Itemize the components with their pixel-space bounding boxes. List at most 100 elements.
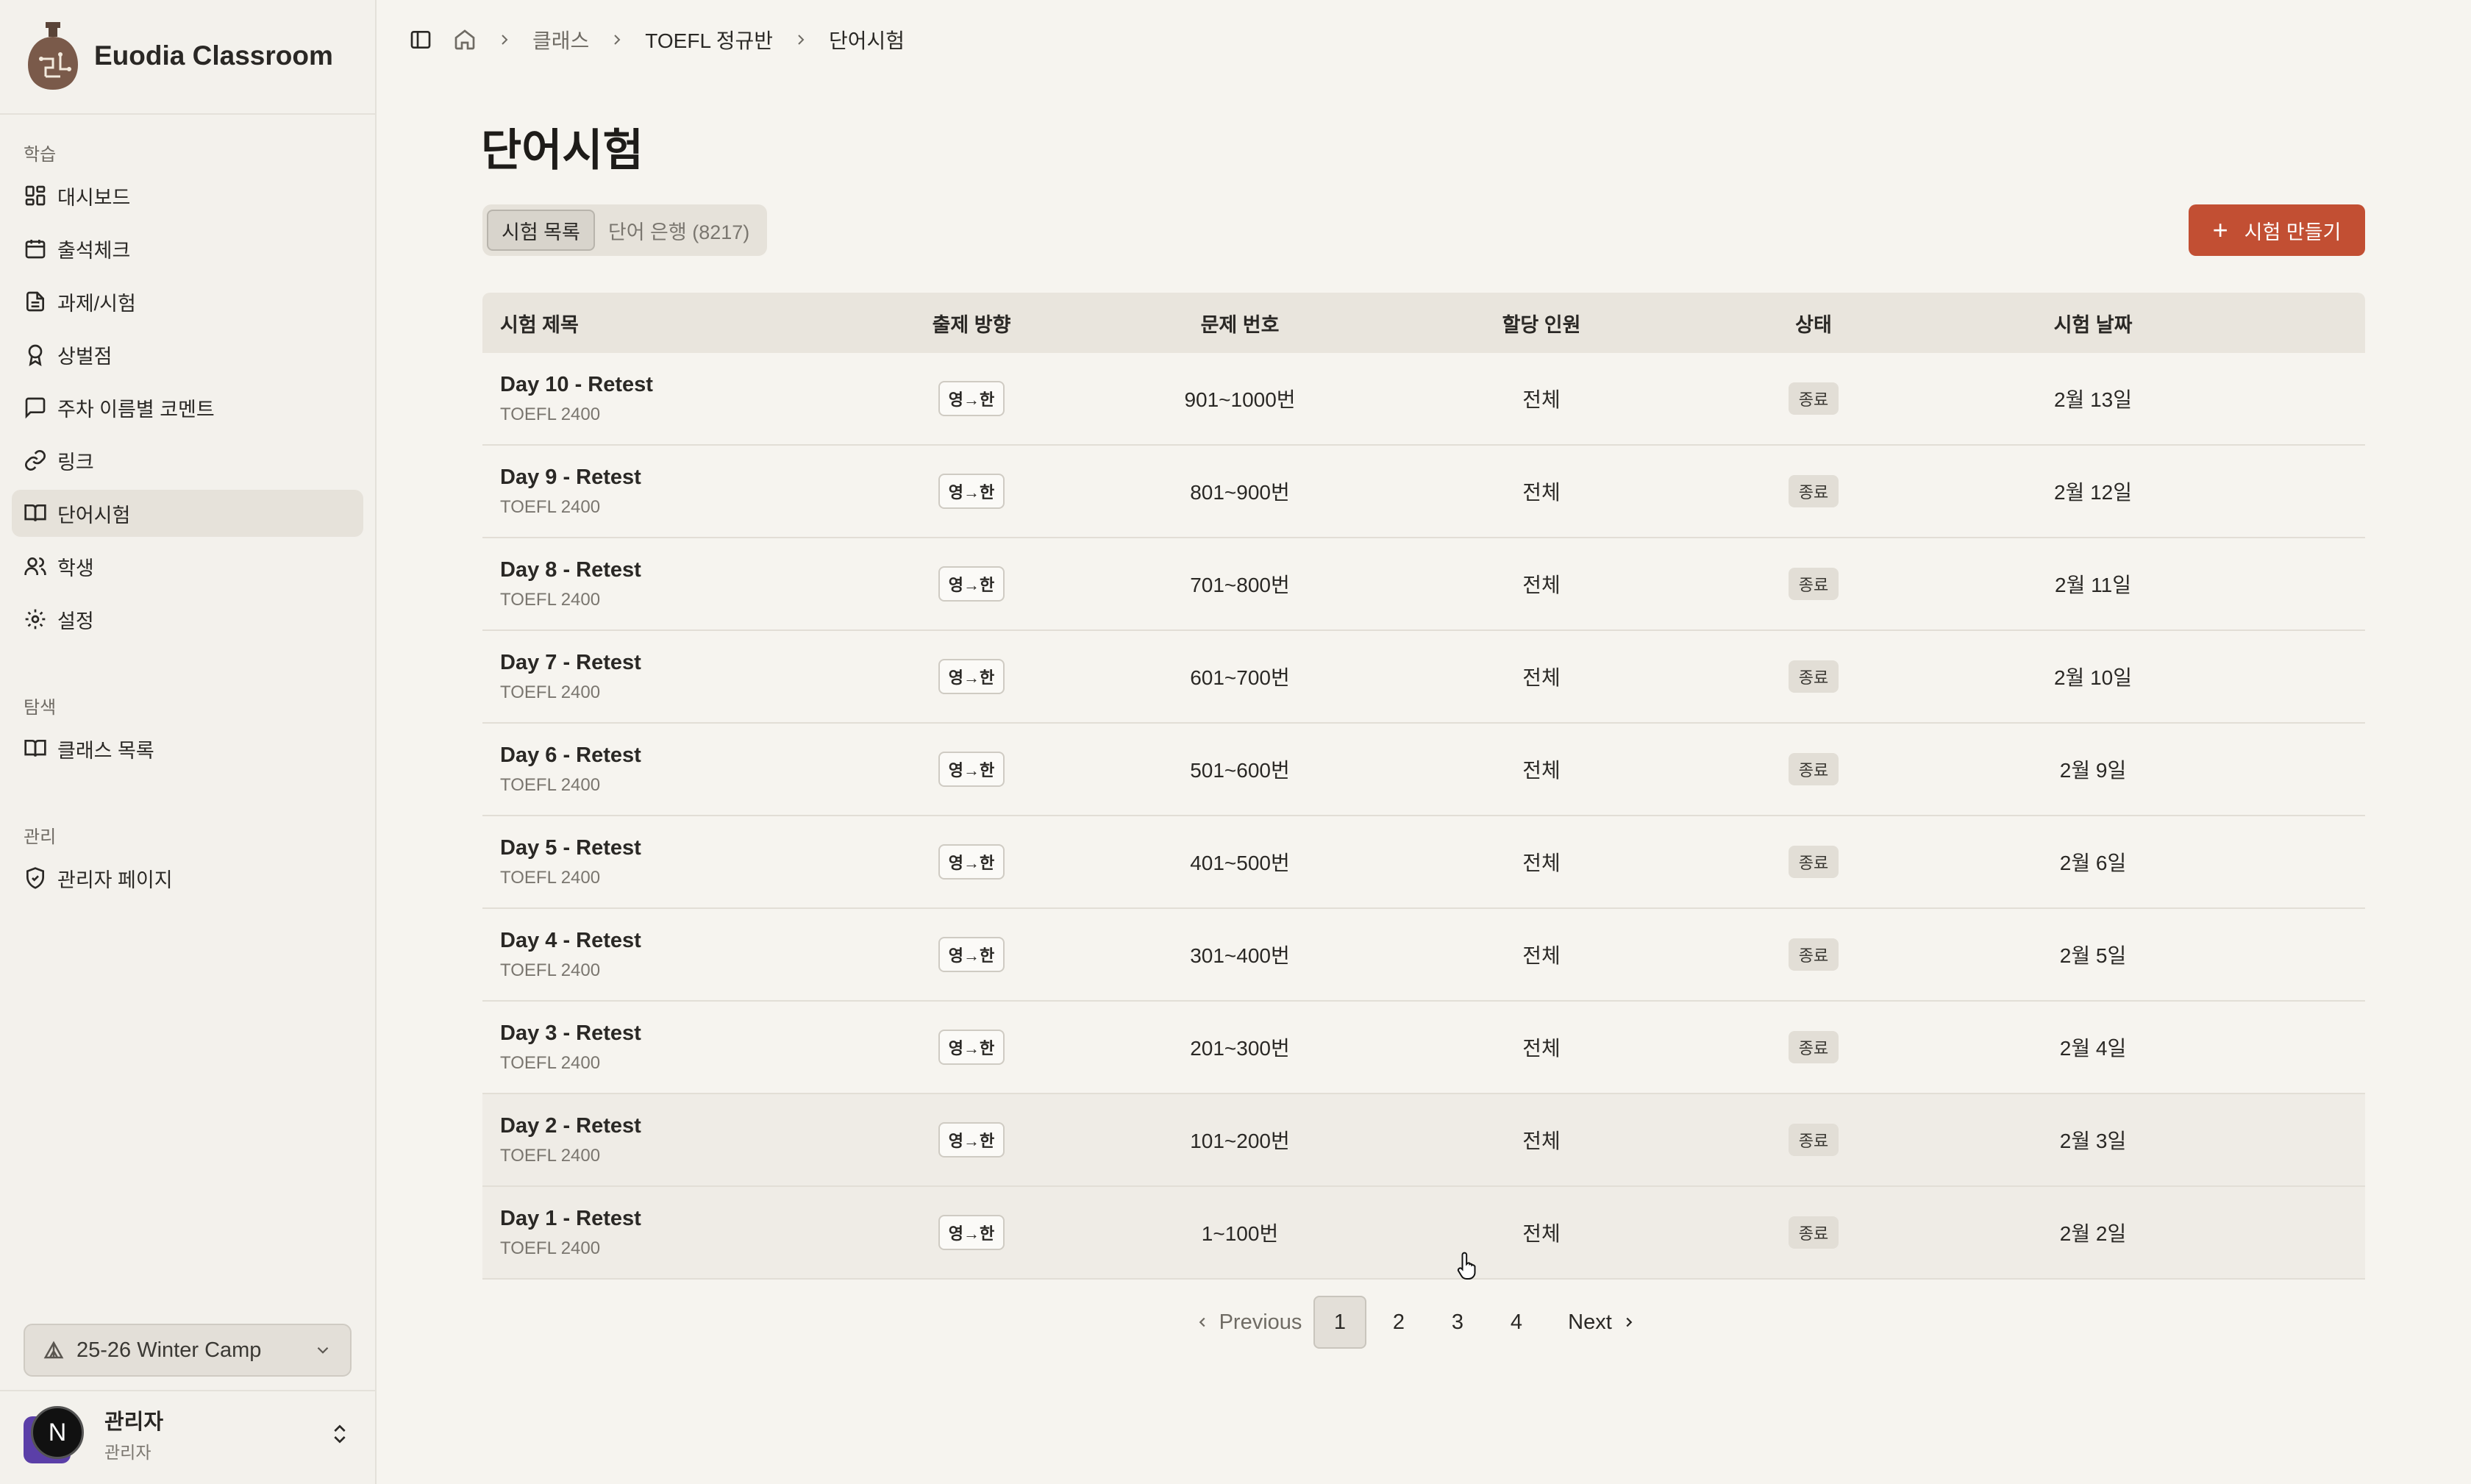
sidebar-toggle-icon[interactable]	[409, 28, 432, 51]
sidebar-item-comments[interactable]: 주차 이름별 코멘트	[12, 384, 363, 431]
sidebar-item-word-test[interactable]: 단어시험	[12, 490, 363, 537]
test-title[interactable]: Day 8 - Retest	[500, 558, 865, 582]
test-title[interactable]: Day 2 - Retest	[500, 1114, 865, 1138]
book-icon	[24, 740, 46, 757]
chevron-down-icon	[317, 1346, 329, 1354]
cell-range: 301~400번	[1190, 944, 1290, 967]
test-title[interactable]: Day 5 - Retest	[500, 836, 865, 860]
test-book: TOEFL 2400	[500, 1145, 601, 1166]
create-test-button[interactable]: + 시험 만들기	[2189, 204, 2365, 256]
season-select[interactable]: 25-26 Winter Camp	[24, 1324, 352, 1377]
pagination: Previous 1 2 3 4 Next	[1185, 1296, 1650, 1349]
cell-direction: 영→한	[865, 474, 1078, 509]
status-badge: 종료	[1788, 475, 1839, 507]
table-row[interactable]: Day 7 - Retest TOEFL 2400 영→한 601~700번 전체 종료 2…	[482, 631, 2365, 724]
table-row[interactable]: Day 3 - Retest TOEFL 2400 영→한 201~300번 전체 종료 2…	[482, 1002, 2365, 1094]
calendar-icon	[25, 240, 46, 259]
table-row[interactable]: Day 9 - Retest TOEFL 2400 영→한 801~900번 전체 종료 2…	[482, 446, 2365, 538]
test-book: TOEFL 2400	[500, 589, 601, 610]
table-row[interactable]: Day 2 - Retest TOEFL 2400 영→한 101~200번 전체 종료 2…	[482, 1094, 2365, 1187]
cell-status: 종료	[1681, 475, 1946, 507]
n-badge[interactable]: N	[31, 1406, 84, 1459]
previous-label: Previous	[1219, 1310, 1302, 1334]
user-menu[interactable]: N 관리자 관리자	[24, 1406, 352, 1463]
brand[interactable]: Euodia Classroom	[24, 21, 333, 91]
cell-title: Day 2 - Retest TOEFL 2400	[482, 1114, 865, 1166]
dashboard-icon	[25, 185, 46, 206]
sidebar-item-admin-page[interactable]: 관리자 페이지	[12, 855, 363, 902]
view-tabs: 시험 목록 단어 은행 (8217)	[482, 204, 768, 256]
create-test-label: 시험 만들기	[2244, 221, 2342, 243]
cell-range: 401~500번	[1190, 852, 1290, 874]
page-2-button[interactable]: 2	[1372, 1296, 1425, 1349]
sidebar-item-links[interactable]: 링크	[12, 437, 363, 484]
book-icon	[24, 504, 46, 521]
test-title[interactable]: Day 10 - Retest	[500, 373, 865, 397]
table-row[interactable]: Day 4 - Retest TOEFL 2400 영→한 301~400번 전체 종료 2…	[482, 909, 2365, 1002]
direction-badge: 영→한	[938, 381, 1005, 416]
divider	[0, 113, 375, 115]
cell-range: 501~600번	[1190, 759, 1290, 782]
cell-range: 601~700번	[1190, 666, 1290, 689]
cell-range: 201~300번	[1190, 1037, 1290, 1060]
cell-assigned: 전체	[1522, 1222, 1561, 1245]
test-title[interactable]: Day 7 - Retest	[500, 651, 865, 675]
section-label-admin: 관리	[24, 827, 57, 847]
plus-icon: +	[2212, 215, 2228, 245]
table-row[interactable]: Day 8 - Retest TOEFL 2400 영→한 701~800번 전체 종료 2…	[482, 538, 2365, 631]
cell-direction: 영→한	[865, 659, 1078, 694]
divider	[0, 1390, 375, 1391]
avatar: N	[24, 1406, 84, 1463]
cell-range: 801~900번	[1190, 481, 1290, 504]
test-title[interactable]: Day 3 - Retest	[500, 1021, 865, 1046]
cell-status: 종료	[1681, 660, 1946, 693]
sidebar-item-assignments[interactable]: 과제/시험	[12, 278, 363, 325]
sidebar-item-merits[interactable]: 상벌점	[12, 331, 363, 378]
home-icon[interactable]	[453, 28, 477, 51]
cell-status: 종료	[1681, 753, 1946, 785]
page-1-button[interactable]: 1	[1313, 1296, 1366, 1349]
test-title[interactable]: Day 1 - Retest	[500, 1207, 865, 1231]
next-label: Next	[1568, 1310, 1612, 1334]
table-row[interactable]: Day 10 - Retest TOEFL 2400 영→한 901~1000번 전체 종…	[482, 353, 2365, 446]
sidebar-item-class-list[interactable]: 클래스 목록	[12, 725, 363, 772]
sidebar-item-attendance[interactable]: 출석체크	[12, 225, 363, 272]
users-icon	[24, 557, 46, 575]
sidebar-item-label: 링크	[57, 451, 94, 474]
test-book: TOEFL 2400	[500, 496, 601, 517]
status-badge: 종료	[1788, 568, 1839, 600]
previous-page-button[interactable]: Previous	[1185, 1296, 1311, 1349]
sidebar-item-students[interactable]: 학생	[12, 543, 363, 590]
breadcrumb: 클래스 TOEFL 정규반 단어시험	[409, 24, 905, 56]
sidebar-item-settings[interactable]: 설정	[12, 596, 363, 643]
breadcrumb-class[interactable]: TOEFL 정규반	[645, 25, 773, 54]
next-page-button[interactable]: Next	[1555, 1296, 1650, 1349]
cell-date: 2월 6일	[2059, 852, 2127, 874]
tab-word-bank[interactable]: 단어 은행 (8217)	[595, 210, 763, 251]
cell-title: Day 3 - Retest TOEFL 2400	[482, 1021, 865, 1074]
status-badge: 종료	[1788, 846, 1839, 878]
test-title[interactable]: Day 9 - Retest	[500, 465, 865, 490]
breadcrumb-classes[interactable]: 클래스	[532, 25, 589, 54]
cell-assigned: 전체	[1522, 388, 1561, 411]
sidebar-item-dashboard[interactable]: 대시보드	[12, 172, 363, 219]
table-row[interactable]: Day 5 - Retest TOEFL 2400 영→한 401~500번 전체 종료 2…	[482, 816, 2365, 909]
test-title[interactable]: Day 6 - Retest	[500, 743, 865, 768]
table-row[interactable]: Day 6 - Retest TOEFL 2400 영→한 501~600번 전체 종료 2…	[482, 724, 2365, 816]
header-status: 상태	[1795, 313, 1832, 336]
cell-assigned: 전체	[1522, 1130, 1561, 1152]
status-badge: 종료	[1788, 1031, 1839, 1063]
page-3-button[interactable]: 3	[1431, 1296, 1484, 1349]
cell-title: Day 9 - Retest TOEFL 2400	[482, 465, 865, 518]
chevron-right-icon	[1626, 1317, 1633, 1327]
app-name: Euodia Classroom	[94, 40, 333, 71]
tent-icon	[43, 1341, 64, 1359]
test-title[interactable]: Day 4 - Retest	[500, 929, 865, 953]
tab-test-list[interactable]: 시험 목록	[487, 210, 595, 251]
status-badge: 종료	[1788, 1124, 1839, 1156]
table-row[interactable]: Day 1 - Retest TOEFL 2400 영→한 1~100번 전체 종료 2월 …	[482, 1187, 2365, 1280]
shield-icon	[26, 867, 44, 889]
direction-badge: 영→한	[938, 1030, 1005, 1065]
page-4-button[interactable]: 4	[1490, 1296, 1543, 1349]
chevron-left-icon	[1199, 1317, 1205, 1327]
